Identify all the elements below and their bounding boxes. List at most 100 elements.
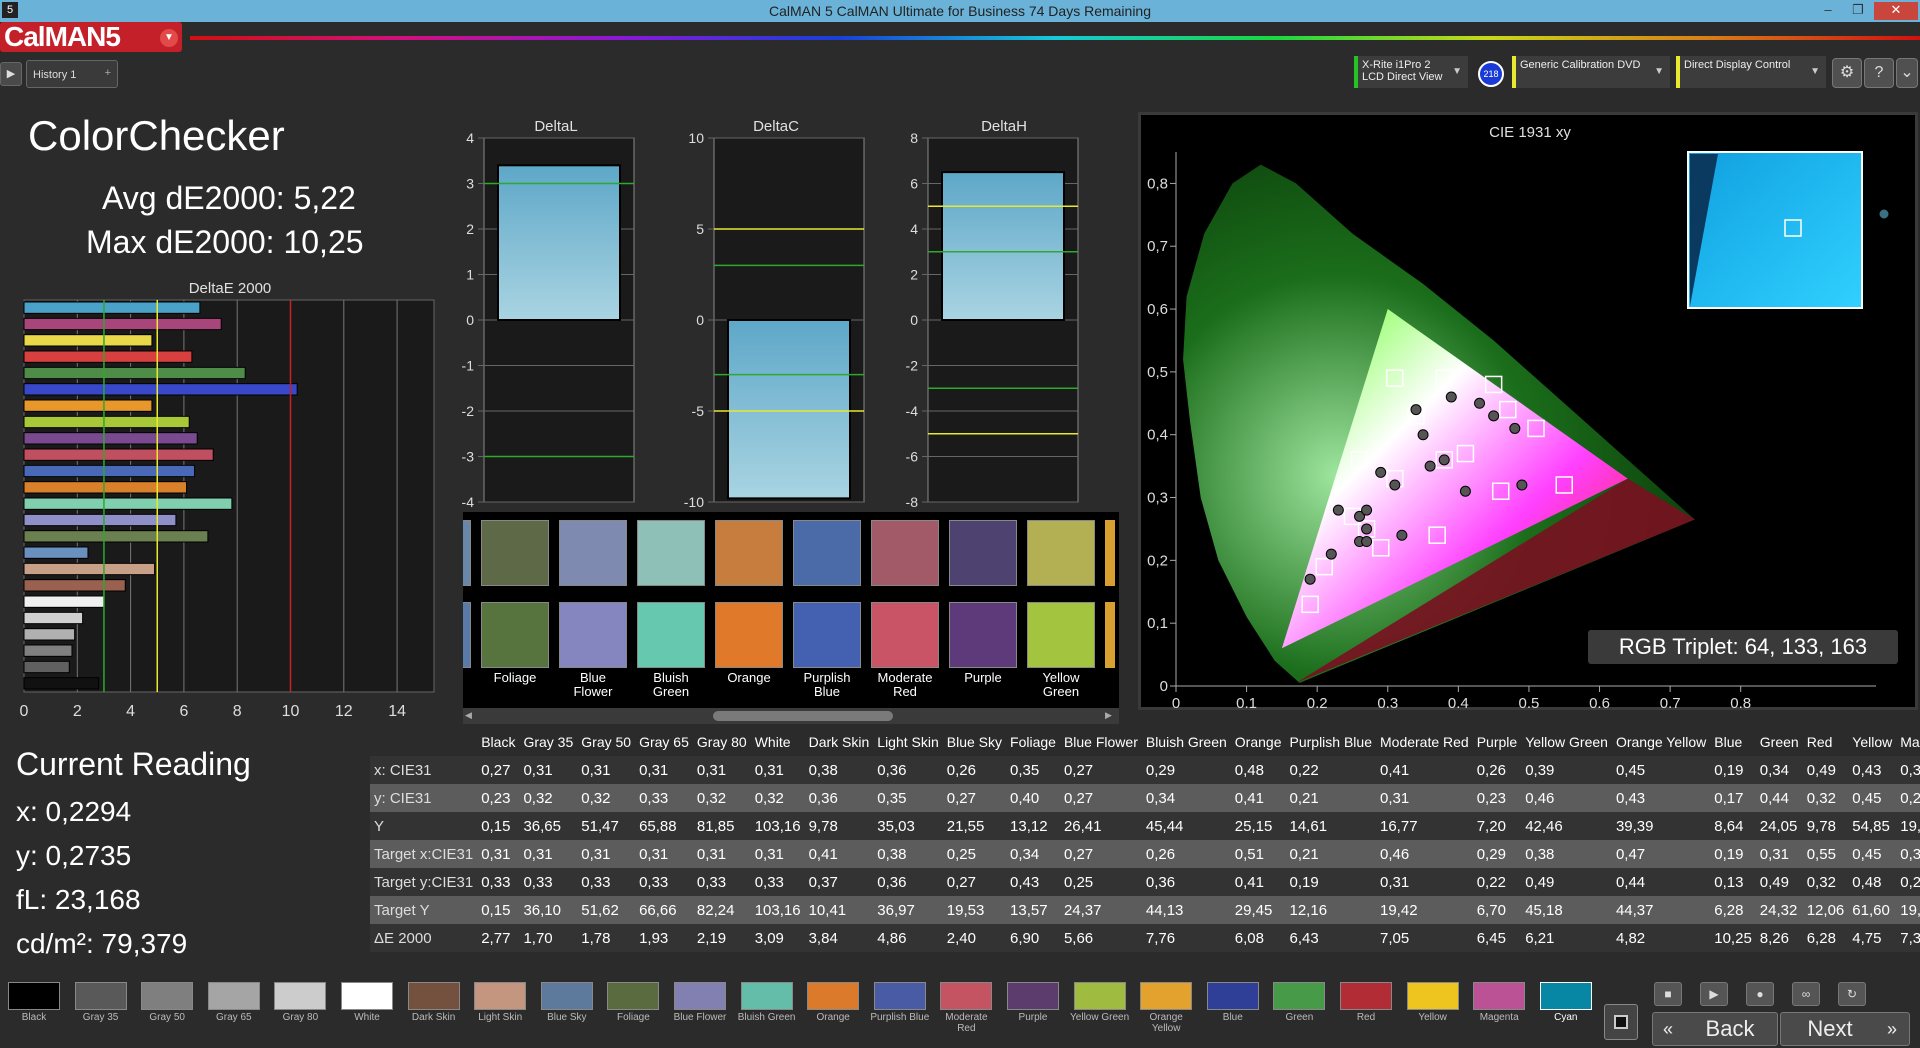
row-label: Target y:CIE31 [370, 868, 478, 896]
patch-foliage[interactable]: Foliage [603, 982, 663, 1030]
patch-red[interactable]: Red [1336, 982, 1396, 1030]
table-cell: 66,66 [635, 896, 693, 924]
refresh-icon[interactable]: ↻ [1838, 982, 1866, 1006]
patch-bluish-green[interactable]: Bluish Green [737, 982, 797, 1030]
y-tick-label: 0 [1160, 678, 1168, 695]
add-tab-button[interactable]: + [105, 67, 111, 79]
display-selector[interactable]: Direct Display Control ▼ [1676, 56, 1826, 88]
patch-label: Orange [816, 1012, 850, 1023]
patch-blue[interactable]: Blue [1203, 982, 1263, 1030]
table-cell: 0,48 [1848, 868, 1897, 896]
patch-dark-skin[interactable]: Dark Skin [404, 982, 464, 1030]
help-icon[interactable]: ? [1864, 58, 1894, 88]
patch-black[interactable]: Black [4, 982, 64, 1030]
table-cell: 0,32 [519, 784, 578, 812]
table-cell: 0,31 [635, 840, 693, 868]
bar [941, 171, 1065, 321]
measured-swatch [793, 602, 861, 668]
meter-selector[interactable]: X-Rite i1Pro 2 LCD Direct View ▼ [1354, 56, 1468, 88]
minimize-button[interactable]: – [1814, 2, 1842, 20]
x-tick-label: 8 [233, 703, 242, 720]
patch-gray-65[interactable]: Gray 65 [204, 982, 264, 1030]
table-cell: 0,31 [635, 756, 693, 784]
table-cell: 0,29 [1472, 840, 1522, 868]
x-tick-label: 12 [335, 703, 353, 720]
patch-gray-80[interactable]: Gray 80 [270, 982, 330, 1030]
patch-blue-sky[interactable]: Blue Sky [537, 982, 597, 1030]
record-icon[interactable]: ● [1746, 982, 1774, 1006]
swatch-scrollbar[interactable]: ◀ ▶ [463, 708, 1119, 724]
play-button[interactable]: ▶ [0, 62, 22, 86]
play-icon[interactable]: ▶ [1700, 982, 1728, 1006]
patch-label: Cyan [1554, 1012, 1578, 1023]
table-cell: 0,47 [1611, 840, 1711, 868]
table-row: Y 0,15 36,65 51,47 65,88 81,85 103,16 9,78 35,03… [370, 812, 1920, 840]
patch-green[interactable]: Green [1269, 982, 1329, 1030]
patch-orange[interactable]: Orange [803, 982, 863, 1030]
scroll-left-icon[interactable]: ◀ [465, 710, 477, 722]
measured-point [1304, 573, 1316, 585]
table-cell: 0,27 [1059, 756, 1142, 784]
patch-magenta[interactable]: Magenta [1469, 982, 1529, 1030]
patch-gray-50[interactable]: Gray 50 [137, 982, 197, 1030]
patch-yellow-green[interactable]: Yellow Green [1070, 982, 1130, 1030]
patch-purplish-blue[interactable]: Purplish Blue [870, 982, 930, 1030]
app-window: 5 CalMAN 5 CalMAN Ultimate for Business … [0, 0, 1920, 1048]
patch-purple[interactable]: Purple [1003, 982, 1063, 1030]
table-cell: 1,78 [577, 924, 636, 952]
rgb-triplet-readout: RGB Triplet: 64, 133, 163 [1588, 630, 1898, 664]
stop-square-button[interactable] [1604, 1004, 1638, 1040]
patch-yellow[interactable]: Yellow [1403, 982, 1463, 1030]
meter-badge[interactable]: 218 [1478, 61, 1504, 87]
table-cell: 0,36 [873, 756, 943, 784]
chevron-down-icon[interactable]: ⌄ [1896, 58, 1918, 88]
y-tick-label: -1 [462, 358, 475, 374]
stop-icon[interactable]: ■ [1654, 982, 1682, 1006]
swatch-label: Purplish Blue [803, 670, 851, 699]
swatch-label: Orange [727, 670, 771, 685]
patch-cyan[interactable]: Cyan [1536, 982, 1596, 1030]
patch-gray-35[interactable]: Gray 35 [71, 982, 131, 1030]
target-swatch [793, 520, 861, 586]
table-cell: 0,26 [1141, 840, 1231, 868]
table-cell: 19,46 [1896, 896, 1920, 924]
back-button[interactable]: « Back [1652, 1012, 1778, 1046]
table-cell: 0,31 [1376, 868, 1473, 896]
patch-light-skin[interactable]: Light Skin [470, 982, 530, 1030]
x-tick-label: 0,2 [1307, 695, 1328, 708]
table-cell: 0,31 [750, 840, 805, 868]
measurement-table: Black Gray 35 Gray 50 Gray 65 Gray 80 White Da… [370, 728, 1920, 954]
bar [23, 628, 76, 641]
loop-icon[interactable]: ∞ [1792, 982, 1820, 1006]
table-cell: 0,15 [477, 812, 520, 840]
tab-history-1[interactable]: History 1 + [26, 60, 118, 88]
swatch-label: Foliage [493, 670, 537, 685]
patch-label: Gray 80 [282, 1012, 319, 1023]
gear-icon[interactable]: ⚙ [1832, 58, 1862, 88]
table-cell: 0,43 [1006, 868, 1060, 896]
column-header: Moderate Red [1376, 728, 1473, 756]
table-cell: 81,85 [692, 812, 751, 840]
table-cell: 0,31 [750, 756, 805, 784]
table-cell: 44,37 [1611, 896, 1711, 924]
table-cell: 0,34 [1141, 784, 1231, 812]
patch-swatch [74, 982, 127, 1010]
table-cell: 0,49 [1521, 868, 1612, 896]
scroll-thumb[interactable] [713, 711, 893, 721]
restore-button[interactable]: ❐ [1844, 2, 1872, 20]
close-button[interactable]: ✕ [1874, 2, 1918, 20]
patch-white[interactable]: White [337, 982, 397, 1030]
next-button[interactable]: Next » [1780, 1012, 1910, 1046]
patch-orange-yellow[interactable]: Orange Yellow [1136, 982, 1196, 1034]
patch-blue-flower[interactable]: Blue Flower [670, 982, 730, 1030]
table-cell: 0,38 [1521, 840, 1612, 868]
source-selector[interactable]: Generic Calibration DVD ▼ [1512, 56, 1670, 88]
x-tick-label: 6 [179, 703, 188, 720]
patch-label: Green [1285, 1012, 1314, 1023]
table-cell: 35,03 [873, 812, 943, 840]
calman-logo-menu[interactable]: CalMAN5 ▼ [0, 22, 182, 52]
patch-moderate-red[interactable]: Moderate Red [936, 982, 996, 1034]
scroll-right-icon[interactable]: ▶ [1105, 710, 1117, 722]
back-label: Back [1705, 1016, 1755, 1041]
table-cell: 0,21 [1285, 784, 1376, 812]
